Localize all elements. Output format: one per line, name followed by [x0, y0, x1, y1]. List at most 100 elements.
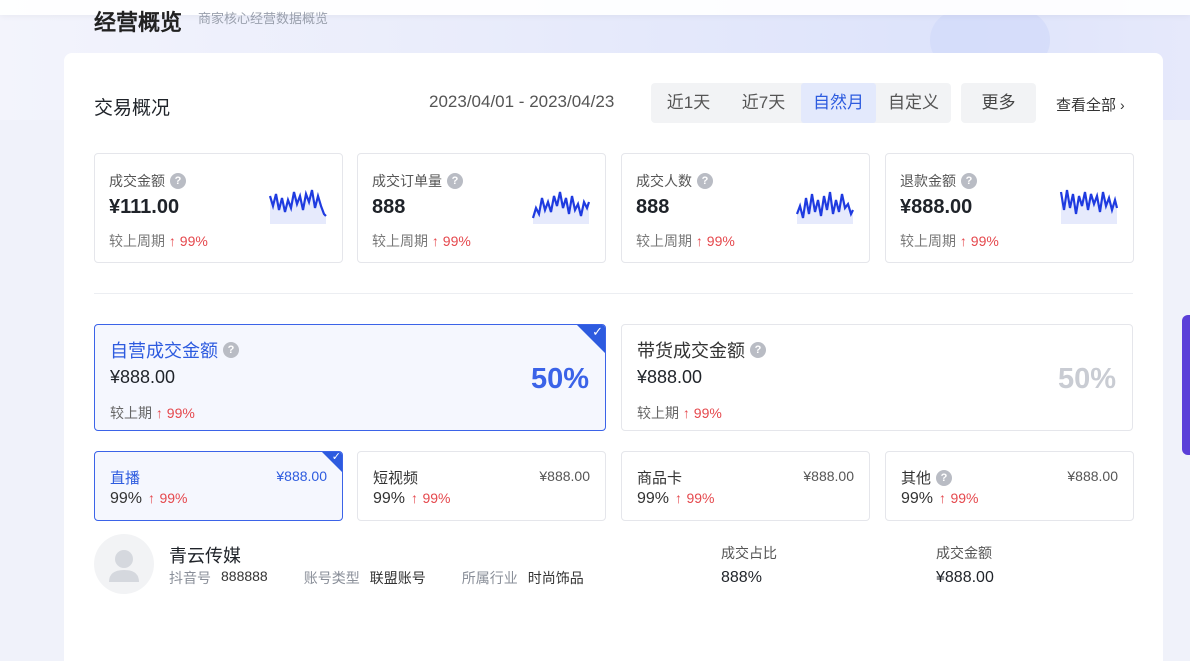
view-all-link[interactable]: 查看全部 › — [1056, 94, 1125, 115]
kpi-card-orders[interactable]: 成交订单量? 888 较上周期 ↑ 99% — [357, 153, 606, 263]
kpi-card-buyers[interactable]: 成交人数? 888 较上周期 ↑ 99% — [621, 153, 870, 263]
channel-amount: ¥888.00 — [1067, 468, 1118, 484]
kpi-card-refund[interactable]: 退款金额? ¥888.00 较上周期 ↑ 99% — [885, 153, 1134, 263]
tab-last-1-day[interactable]: 近1天 — [651, 83, 726, 123]
channel-ratio: 99% — [110, 490, 143, 507]
channel-label: 其他? — [901, 467, 953, 488]
amount-label: 成交金额 — [936, 545, 992, 561]
split-label-text: 自营成交金额 — [110, 341, 218, 361]
kpi-label-text: 退款金额 — [900, 173, 956, 189]
channel-card-live[interactable]: ✓ 直播 ¥888.00 99% ↑ 99% — [94, 451, 343, 521]
channel-ratio: 99% — [373, 490, 406, 507]
kpi-value: 888 — [372, 196, 406, 218]
channel-card-other[interactable]: 其他? ¥888.00 99% ↑ 99% — [885, 451, 1134, 521]
channel-change: 99% — [950, 490, 979, 506]
kpi-compare-label: 较上周期 — [372, 233, 428, 249]
arrow-up-icon: ↑ — [411, 490, 419, 506]
kpi-compare: 较上周期 ↑ 99% — [109, 231, 208, 251]
question-circle-icon[interactable]: ? — [697, 173, 713, 189]
more-button[interactable]: 更多 — [961, 83, 1036, 123]
kpi-compare: 较上周期 ↑ 99% — [636, 231, 735, 251]
page-subtitle: 商家核心经营数据概览 — [198, 11, 329, 26]
channel-label: 商品卡 — [637, 470, 683, 487]
date-range[interactable]: 2023/04/01 - 2023/04/23 — [429, 92, 614, 112]
page-title: 经营概览 — [94, 10, 183, 35]
kpi-card-gmv[interactable]: 成交金额? ¥111.00 较上周期 ↑ 99% — [94, 153, 343, 263]
split-label: 自营成交金额? — [110, 337, 239, 363]
split-compare-label: 较上期 — [110, 405, 152, 421]
kpi-compare-label: 较上周期 — [636, 233, 692, 249]
side-drawer-tab[interactable] — [1182, 315, 1190, 455]
account-type-label: 账号类型 — [303, 570, 360, 586]
affiliate-gmv-card[interactable]: 带货成交金额? ¥888.00 50% 较上期 ↑ 99% — [621, 324, 1133, 431]
kpi-compare-label: 较上周期 — [900, 233, 956, 249]
arrow-up-icon: ↑ — [959, 233, 967, 249]
split-compare: 较上期 ↑ 99% — [637, 403, 722, 423]
channel-stats: 99% ↑ 99% — [637, 490, 715, 508]
view-all-label: 查看全部 — [1056, 97, 1117, 114]
question-circle-icon[interactable]: ? — [750, 342, 766, 358]
channel-label: 短视频 — [373, 470, 419, 487]
amount-value: ¥888.00 — [936, 569, 994, 586]
kpi-label-text: 成交金额 — [109, 173, 165, 189]
check-icon: ✓ — [331, 451, 341, 463]
check-icon: ✓ — [592, 324, 603, 339]
channel-stats: 99% ↑ 99% — [901, 490, 979, 508]
industry-label: 所属行业 — [461, 570, 518, 586]
split-change: 99% — [166, 405, 195, 421]
channel-ratio: 99% — [901, 490, 934, 507]
self-operated-gmv-card[interactable]: ✓ 自营成交金额? ¥888.00 50% 较上期 ↑ 99% — [94, 324, 606, 431]
split-value: ¥888.00 — [637, 367, 703, 387]
avatar[interactable] — [94, 534, 154, 594]
channel-card-product-card[interactable]: 商品卡 ¥888.00 99% ↑ 99% — [621, 451, 870, 521]
kpi-compare-label: 较上周期 — [109, 233, 165, 249]
arrow-up-icon: ↑ — [675, 490, 683, 506]
tab-natural-month[interactable]: 自然月 — [801, 83, 876, 123]
channel-amount: ¥888.00 — [539, 468, 590, 484]
share-stat: 成交占比 888% — [721, 543, 777, 587]
split-change: 99% — [693, 405, 722, 421]
channel-stats: 99% ↑ 99% — [110, 490, 188, 508]
split-label-text: 带货成交金额 — [637, 341, 745, 361]
split-percent: 50% — [1057, 363, 1116, 395]
question-circle-icon[interactable]: ? — [961, 173, 977, 189]
period-tabs: 近1天 近7天 自然月 自定义 — [651, 83, 951, 123]
channel-stats: 99% ↑ 99% — [373, 490, 451, 508]
arrow-up-icon: ↑ — [695, 233, 703, 249]
question-circle-icon[interactable]: ? — [447, 173, 463, 189]
sparkline-chart — [531, 191, 591, 224]
channel-change: 99% — [159, 490, 188, 506]
kpi-label: 成交人数? — [636, 171, 713, 191]
channel-change: 99% — [422, 490, 451, 506]
channel-ratio: 99% — [637, 490, 670, 507]
arrow-up-icon: ↑ — [155, 405, 163, 421]
industry-value: 时尚饰品 — [527, 570, 584, 586]
douyin-id-value: 888888 — [221, 568, 268, 584]
channel-label: 直播 — [110, 470, 141, 487]
split-percent: 50% — [530, 363, 589, 395]
question-circle-icon[interactable]: ? — [223, 342, 239, 358]
kpi-value: 888 — [636, 196, 670, 218]
arrow-up-icon: ↑ — [939, 490, 947, 506]
account-meta: 抖音号 888888 账号类型 联盟账号 所属行业 时尚饰品 — [169, 568, 584, 588]
sparkline-chart — [1059, 189, 1119, 224]
user-icon — [109, 550, 139, 582]
kpi-change: 99% — [442, 233, 471, 249]
channel-amount: ¥888.00 — [276, 468, 327, 484]
kpi-compare: 较上周期 ↑ 99% — [372, 231, 471, 251]
channel-label-text: 其他 — [901, 470, 932, 487]
account-name[interactable]: 青云传媒 — [169, 542, 241, 568]
question-circle-icon[interactable]: ? — [170, 173, 186, 189]
tab-last-7-days[interactable]: 近7天 — [726, 83, 801, 123]
amount-stat: 成交金额 ¥888.00 — [936, 543, 994, 587]
channel-card-short-video[interactable]: 短视频 ¥888.00 99% ↑ 99% — [357, 451, 606, 521]
sparkline-chart — [268, 189, 327, 224]
tab-custom[interactable]: 自定义 — [876, 83, 951, 123]
channel-amount: ¥888.00 — [803, 468, 854, 484]
arrow-up-icon: ↑ — [148, 490, 156, 506]
split-label: 带货成交金额? — [637, 337, 766, 363]
question-circle-icon[interactable]: ? — [936, 469, 953, 486]
share-label: 成交占比 — [721, 545, 777, 561]
trade-overview-card: 交易概况 2023/04/01 - 2023/04/23 近1天 近7天 自然月… — [64, 53, 1163, 661]
